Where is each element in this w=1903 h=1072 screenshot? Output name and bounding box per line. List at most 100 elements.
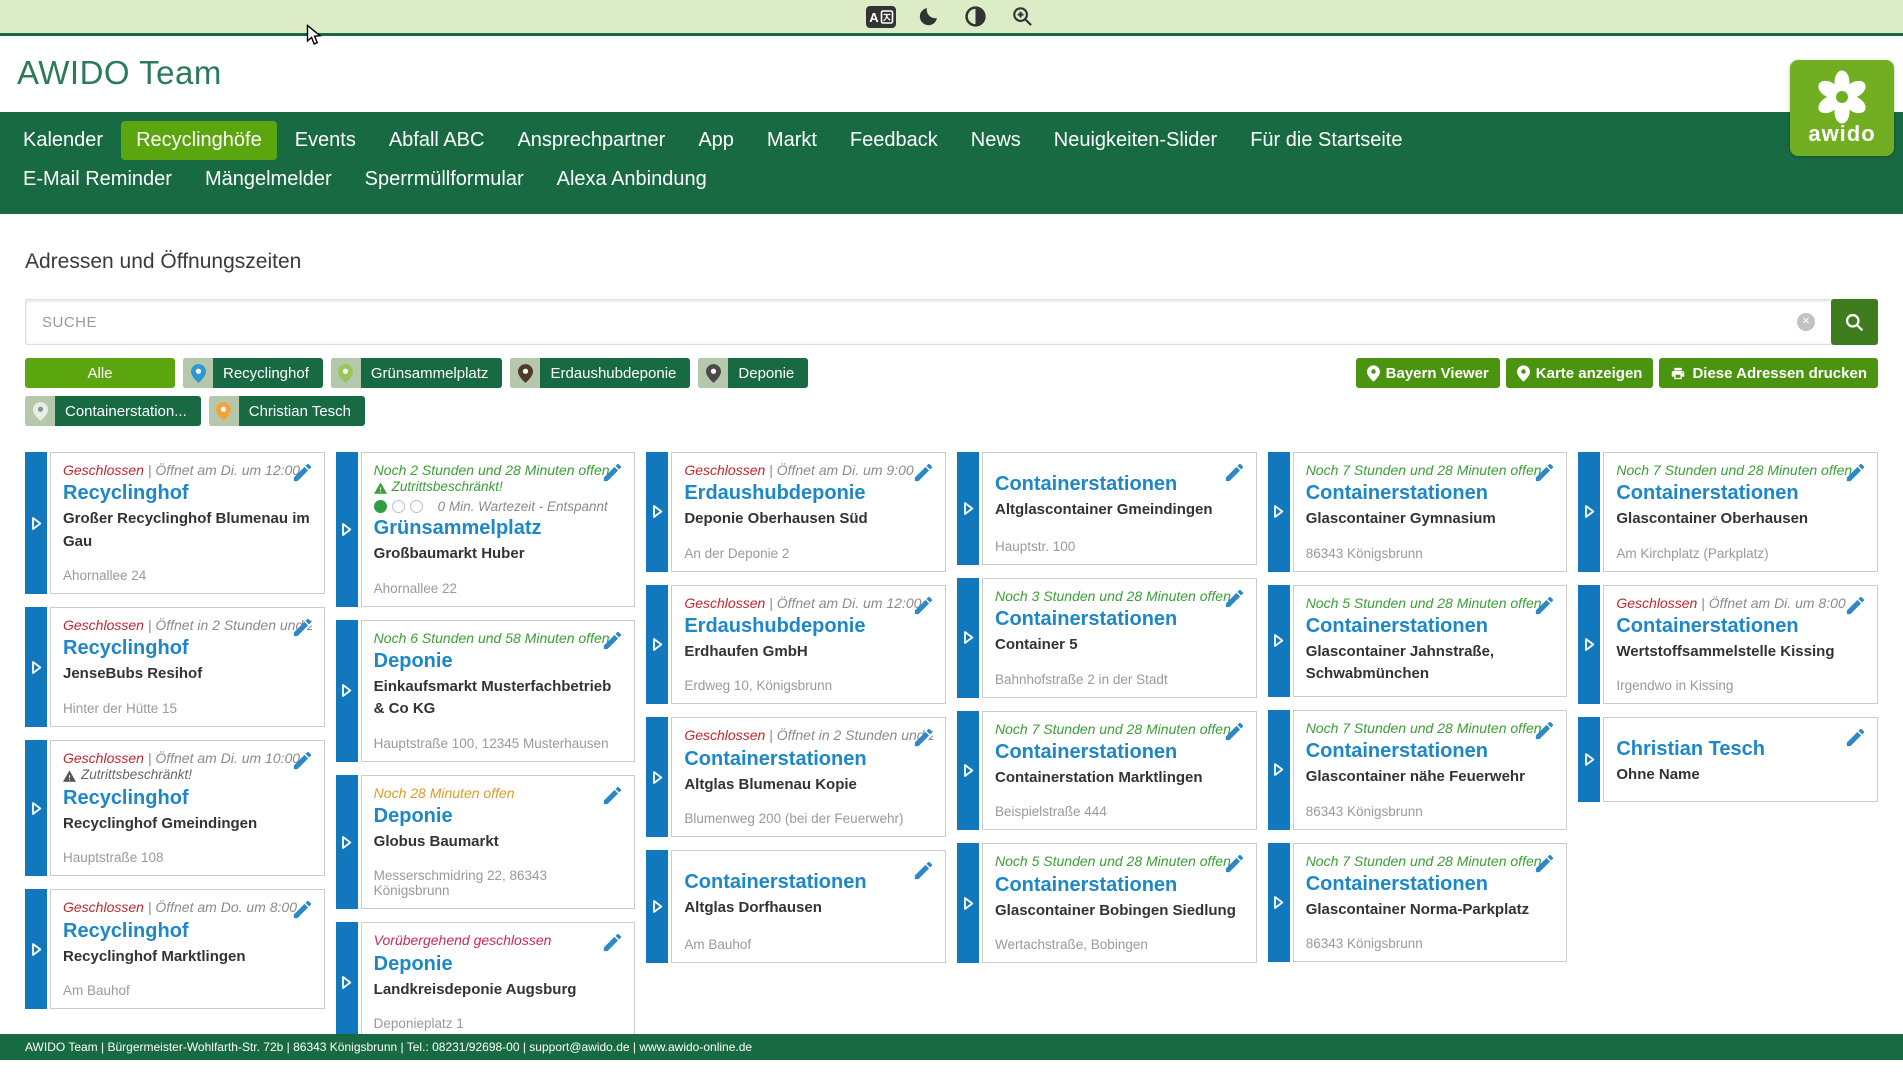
card-expand-bar[interactable] xyxy=(957,452,979,565)
edit-icon[interactable] xyxy=(1844,726,1868,750)
card-expand-bar[interactable] xyxy=(1268,585,1290,697)
edit-icon[interactable] xyxy=(912,859,936,883)
facility-card[interactable]: Noch 5 Stunden und 28 Minuten offenConta… xyxy=(1268,585,1568,697)
facility-card[interactable]: Noch 7 Stunden und 28 Minuten offenConta… xyxy=(1268,843,1568,963)
facility-card[interactable]: Geschlossen | Öffnet am Di. um 12:00Erda… xyxy=(646,585,946,705)
edit-icon[interactable] xyxy=(1533,852,1557,876)
edit-icon[interactable] xyxy=(1533,594,1557,618)
card-expand-bar[interactable] xyxy=(25,607,47,727)
filter-chip-alle[interactable]: Alle xyxy=(25,358,175,388)
card-expand-bar[interactable] xyxy=(1268,452,1290,572)
edit-icon[interactable] xyxy=(291,461,315,485)
card-expand-bar[interactable] xyxy=(646,717,668,837)
card-expand-bar[interactable] xyxy=(646,850,668,963)
filter-chip-containerstation-[interactable]: Containerstation... xyxy=(25,396,201,426)
card-expand-bar[interactable] xyxy=(646,452,668,572)
facility-card[interactable]: Noch 7 Stunden und 28 Minuten offenConta… xyxy=(957,711,1257,831)
filter-chip-erdaushubdeponie[interactable]: Erdaushubdeponie xyxy=(510,358,690,388)
card-expand-bar[interactable] xyxy=(25,740,47,877)
facility-card[interactable]: Geschlossen | Öffnet am Do. um 8:00Recyc… xyxy=(25,889,325,1009)
contrast-icon[interactable] xyxy=(960,5,990,29)
search-input[interactable] xyxy=(26,300,1797,344)
facility-card[interactable]: Geschlossen | Öffnet am Di. um 12:00Recy… xyxy=(25,452,325,594)
facility-card[interactable]: Noch 7 Stunden und 28 Minuten offenConta… xyxy=(1268,452,1568,572)
card-expand-bar[interactable] xyxy=(957,578,979,698)
edit-icon[interactable] xyxy=(1223,461,1247,485)
card-expand-bar[interactable] xyxy=(1268,710,1290,830)
card-expand-bar[interactable] xyxy=(25,452,47,594)
nav-item-ansprechpartner[interactable]: Ansprechpartner xyxy=(502,121,680,160)
facility-card[interactable]: ContainerstationenAltglascontainer Gmein… xyxy=(957,452,1257,565)
nav-item-alexa-anbindung[interactable]: Alexa Anbindung xyxy=(542,160,722,199)
facility-card[interactable]: Geschlossen | Öffnet in 2 Stunden und 28… xyxy=(25,607,325,727)
nav-item-sperrmüllformular[interactable]: Sperrmüllformular xyxy=(350,160,539,199)
facility-card[interactable]: Geschlossen | Öffnet am Di. um 8:00Conta… xyxy=(1578,585,1878,705)
awido-logo[interactable]: awido xyxy=(1790,60,1894,156)
edit-icon[interactable] xyxy=(601,629,625,653)
edit-icon[interactable] xyxy=(1844,594,1868,618)
edit-icon[interactable] xyxy=(291,616,315,640)
edit-icon[interactable] xyxy=(1223,587,1247,611)
facility-card[interactable]: Noch 7 Stunden und 28 Minuten offenConta… xyxy=(1578,452,1878,572)
filter-chip-recyclinghof[interactable]: Recyclinghof xyxy=(183,358,323,388)
facility-card[interactable]: Vorübergehend geschlossenDeponieLandkrei… xyxy=(336,922,636,1042)
facility-card[interactable]: Noch 3 Stunden und 28 Minuten offenConta… xyxy=(957,578,1257,698)
card-expand-bar[interactable] xyxy=(957,711,979,831)
card-expand-bar[interactable] xyxy=(1578,452,1600,572)
facility-card[interactable]: Geschlossen | Öffnet in 2 Stunden und 28… xyxy=(646,717,946,837)
nav-item-abfall-abc[interactable]: Abfall ABC xyxy=(374,121,500,160)
nav-item-für-die-startseite[interactable]: Für die Startseite xyxy=(1235,121,1417,160)
nav-item-feedback[interactable]: Feedback xyxy=(835,121,953,160)
card-expand-bar[interactable] xyxy=(336,775,358,910)
card-expand-bar[interactable] xyxy=(1578,717,1600,802)
nav-item-markt[interactable]: Markt xyxy=(752,121,832,160)
search-button[interactable] xyxy=(1831,299,1878,345)
edit-icon[interactable] xyxy=(1533,461,1557,485)
edit-icon[interactable] xyxy=(1223,852,1247,876)
edit-icon[interactable] xyxy=(912,594,936,618)
edit-icon[interactable] xyxy=(291,898,315,922)
facility-card[interactable]: Geschlossen | Öffnet am Di. um 9:00Erdau… xyxy=(646,452,946,572)
nav-item-e-mail-reminder[interactable]: E-Mail Reminder xyxy=(8,160,187,199)
filter-chip-deponie[interactable]: Deponie xyxy=(698,358,808,388)
edit-icon[interactable] xyxy=(291,749,315,773)
dark-mode-icon[interactable] xyxy=(913,5,943,29)
facility-card[interactable]: Christian TeschOhne Name xyxy=(1578,717,1878,802)
nav-item-neuigkeiten-slider[interactable]: Neuigkeiten-Slider xyxy=(1039,121,1232,160)
facility-card[interactable]: Noch 2 Stunden und 28 Minuten offenZutri… xyxy=(336,452,636,607)
nav-item-events[interactable]: Events xyxy=(280,121,371,160)
card-expand-bar[interactable] xyxy=(336,922,358,1042)
nav-item-mängelmelder[interactable]: Mängelmelder xyxy=(190,160,347,199)
card-expand-bar[interactable] xyxy=(1578,585,1600,705)
edit-icon[interactable] xyxy=(601,784,625,808)
card-expand-bar[interactable] xyxy=(336,452,358,607)
edit-icon[interactable] xyxy=(912,461,936,485)
edit-icon[interactable] xyxy=(1844,461,1868,485)
facility-card[interactable]: Noch 6 Stunden und 58 Minuten offenDepon… xyxy=(336,620,636,762)
diese-adressen-drucken-button[interactable]: Diese Adressen drucken xyxy=(1659,358,1878,388)
card-expand-bar[interactable] xyxy=(646,585,668,705)
nav-item-kalender[interactable]: Kalender xyxy=(8,121,118,160)
translate-icon[interactable]: A xyxy=(866,5,896,29)
card-expand-bar[interactable] xyxy=(1268,843,1290,963)
karte-anzeigen-button[interactable]: Karte anzeigen xyxy=(1506,358,1654,388)
facility-card[interactable]: Geschlossen | Öffnet am Di. um 10:00Zutr… xyxy=(25,740,325,877)
edit-icon[interactable] xyxy=(601,461,625,485)
clear-search-icon[interactable]: ✕ xyxy=(1797,313,1815,331)
filter-chip-grünsammelplatz[interactable]: Grünsammelplatz xyxy=(331,358,503,388)
facility-card[interactable]: Noch 7 Stunden und 28 Minuten offenConta… xyxy=(1268,710,1568,830)
card-expand-bar[interactable] xyxy=(957,843,979,963)
zoom-in-icon[interactable] xyxy=(1007,5,1037,29)
nav-item-app[interactable]: App xyxy=(683,121,749,160)
nav-item-recyclinghöfe[interactable]: Recyclinghöfe xyxy=(121,121,277,160)
edit-icon[interactable] xyxy=(912,726,936,750)
edit-icon[interactable] xyxy=(1533,719,1557,743)
nav-item-news[interactable]: News xyxy=(956,121,1036,160)
edit-icon[interactable] xyxy=(601,931,625,955)
facility-card[interactable]: ContainerstationenAltglas DorfhausenAm B… xyxy=(646,850,946,963)
edit-icon[interactable] xyxy=(1223,720,1247,744)
card-expand-bar[interactable] xyxy=(336,620,358,762)
card-expand-bar[interactable] xyxy=(25,889,47,1009)
facility-card[interactable]: Noch 28 Minuten offenDeponieGlobus Bauma… xyxy=(336,775,636,910)
facility-card[interactable]: Noch 5 Stunden und 28 Minuten offenConta… xyxy=(957,843,1257,963)
